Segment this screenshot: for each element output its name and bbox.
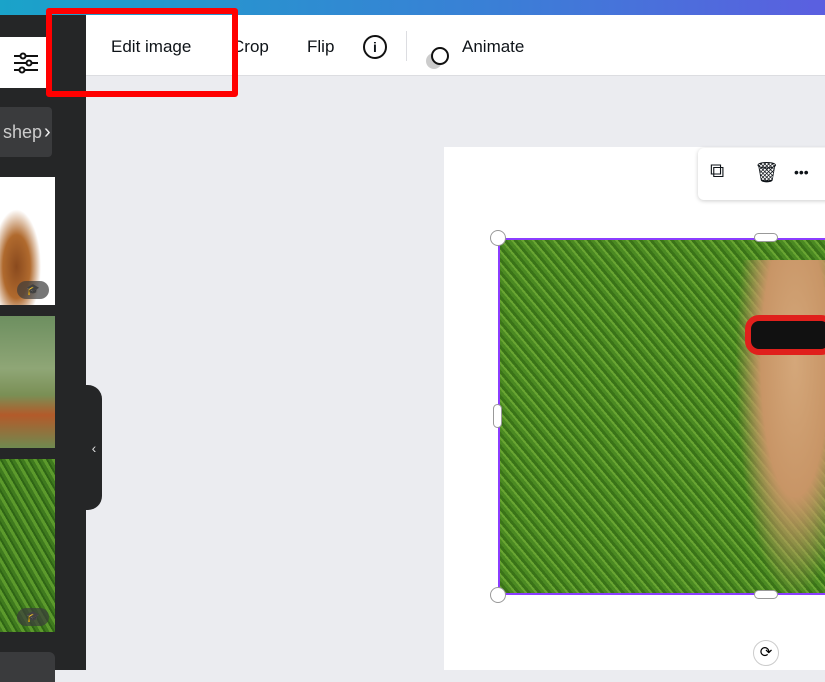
divider [406,31,407,61]
premium-icon: 🎓 [17,608,49,626]
image-thumbnail[interactable] [0,316,55,448]
image-thumbnail[interactable]: 🎓 [0,459,55,632]
more-icon[interactable]: ••• [794,164,809,180]
premium-icon: 🎓 [17,281,49,299]
resize-handle[interactable] [493,404,502,428]
flip-button[interactable]: Flip [307,15,334,76]
sunglasses [745,315,825,355]
highlight-box [46,8,238,97]
animate-icon [424,35,452,69]
resize-handle[interactable] [754,233,778,242]
resize-handle[interactable] [490,587,506,603]
image-thumbnail[interactable]: 🎓 [0,177,55,305]
left-panel: n shep› 🎓 🎓 [0,15,86,682]
rotate-icon[interactable]: ⟳ [753,640,779,666]
selected-dog-image[interactable] [498,238,825,595]
collapse-panel-button[interactable]: ‹ [86,385,102,510]
image-thumbnail[interactable] [0,652,55,682]
resize-handle[interactable] [754,590,778,599]
filter-button[interactable] [0,37,52,88]
search-suggestion-chip[interactable]: n shep› [0,107,52,157]
trash-icon[interactable]: 🗑 [754,160,779,185]
info-icon[interactable]: i [363,35,387,59]
chip-label: n shep [0,122,43,142]
dog [735,260,825,593]
resize-handle[interactable] [490,230,506,246]
animate-button[interactable]: Animate [462,15,524,76]
element-floating-toolbar: ⧉ 🗑 ••• [698,148,825,200]
chevron-right-icon[interactable]: › [44,107,51,157]
chevron-left-icon: ‹ [91,439,97,456]
sliders-icon [14,52,38,73]
duplicate-icon[interactable]: ⧉ [710,160,724,183]
